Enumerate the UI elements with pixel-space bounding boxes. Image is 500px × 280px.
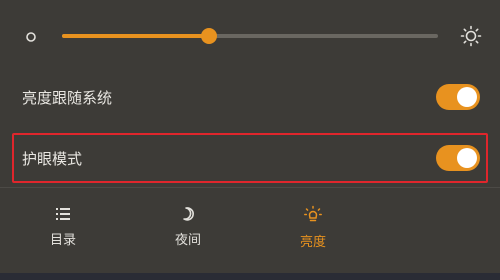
follow-system-label: 亮度跟随系统 <box>22 90 113 107</box>
bottom-bar <box>0 273 500 280</box>
toggle-knob <box>457 87 477 107</box>
tab-brightness[interactable]: 亮度 <box>268 205 358 257</box>
eye-care-toggle[interactable] <box>436 145 480 171</box>
tab-night-label: 夜间 <box>174 232 201 247</box>
follow-system-toggle[interactable] <box>436 84 480 110</box>
brightness-high-icon <box>460 25 482 47</box>
brightness-slider-fill <box>62 34 209 38</box>
tab-night[interactable]: 夜间 <box>143 205 233 257</box>
light-bulb-icon <box>304 205 322 222</box>
brightness-slider-row <box>0 18 500 54</box>
eye-care-label: 护眼模式 <box>22 151 83 168</box>
tab-brightness-label: 亮度 <box>299 234 326 249</box>
list-icon <box>56 208 70 220</box>
toggle-knob <box>457 148 477 168</box>
follow-system-row[interactable]: 亮度跟随系统 <box>0 75 500 119</box>
moon-icon <box>183 207 194 221</box>
brightness-slider-thumb[interactable] <box>200 28 217 44</box>
eye-care-row[interactable]: 护眼模式 <box>0 136 500 180</box>
tab-catalog-label: 目录 <box>49 232 76 247</box>
reader-settings-panel: 亮度跟随系统 护眼模式 目录 夜间 亮度 <box>0 0 500 280</box>
divider <box>0 187 500 188</box>
tab-catalog[interactable]: 目录 <box>18 205 108 257</box>
brightness-slider[interactable] <box>62 28 438 44</box>
brightness-low-icon <box>26 32 36 42</box>
